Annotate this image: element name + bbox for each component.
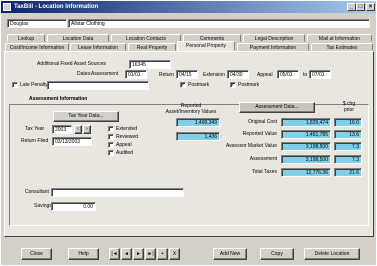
copy-button[interactable]: Copy xyxy=(260,248,294,260)
minimize-button[interactable]: _ xyxy=(347,3,356,11)
tab-tax-estimates[interactable]: Tax Estimates xyxy=(311,43,373,51)
tax-year-field[interactable]: 2003 xyxy=(52,125,72,134)
reported-value-label: Reported Value xyxy=(242,131,277,137)
extended-checkbox[interactable] xyxy=(108,126,114,132)
delete-location-button[interactable]: Delete Location xyxy=(304,248,360,260)
dates-label: Dates: xyxy=(77,71,92,77)
original-cost-chg: 16.0 xyxy=(334,118,362,127)
reviewed-checkbox[interactable] xyxy=(108,134,114,140)
fixed-asset-sources-field[interactable]: 16345 xyxy=(129,60,171,69)
title-bar[interactable]: TaxBill - Location Information _ □ × xyxy=(1,1,376,13)
tab-cost-income-information[interactable]: Cost/Income Information xyxy=(5,43,69,51)
original-cost-label: Original Cost xyxy=(248,119,277,125)
tab-lookup[interactable]: Lookup xyxy=(7,34,45,42)
assessment-date-field[interactable]: 01/01 xyxy=(125,70,147,79)
assessment-value: 3,198,500 xyxy=(281,155,331,164)
last-record-button[interactable]: ►| xyxy=(145,248,156,260)
return-postmark-label: Postmark xyxy=(188,82,210,88)
company-field[interactable]: Douglas xyxy=(7,19,67,28)
tax-year-prev-button[interactable]: ‹ xyxy=(74,125,82,134)
assessor-market-value-chg: 7.3 xyxy=(334,142,362,151)
tab-personal-property[interactable]: Personal Property xyxy=(177,41,235,51)
first-record-button[interactable]: |◄ xyxy=(109,248,120,260)
reported-value-chg: 13.6 xyxy=(334,130,362,139)
extension-date-label: Extension xyxy=(203,72,225,78)
appeal-checkbox[interactable] xyxy=(108,142,114,148)
late-penalty-checkbox[interactable] xyxy=(12,82,18,88)
previous-record-button[interactable]: ◄ xyxy=(121,248,132,260)
original-cost-value: 1,825,474 xyxy=(281,118,331,127)
assessor-market-value-value: 3,198,500 xyxy=(281,142,331,151)
reported-value-value: 1,451,785 xyxy=(281,130,331,139)
chg-header-line2: prior xyxy=(343,107,354,113)
appeal-date-from-field[interactable]: 05/01 xyxy=(277,70,299,79)
reported-value-1: 1,490,349 xyxy=(176,118,220,127)
fixed-asset-sources-label: Additional Fixed Asset Sources xyxy=(37,61,106,67)
return-filed-field[interactable]: 03/13/2003 xyxy=(52,137,92,146)
return-date-field[interactable]: 04/15 xyxy=(176,70,198,79)
next-record-button[interactable]: ► xyxy=(133,248,144,260)
consultant-field[interactable] xyxy=(51,188,184,197)
delete-record-button[interactable]: X xyxy=(169,248,180,260)
tab-lease-information[interactable]: Lease Information xyxy=(70,43,126,51)
extension-date-field[interactable]: 04/30 xyxy=(227,70,249,79)
total-taxes-value: 12,776.36 xyxy=(281,168,331,177)
late-penalty-field[interactable] xyxy=(47,81,149,90)
tax-year-data-button[interactable]: Tax Year Data... xyxy=(53,111,119,122)
location-name-field[interactable]: Allstar Clothing xyxy=(68,19,370,28)
tab-real-property[interactable]: Real Property xyxy=(128,43,176,51)
tab-location-data[interactable]: Location Data xyxy=(47,34,109,42)
total-taxes-label: Total Taxes xyxy=(252,169,277,175)
app-icon xyxy=(3,3,11,11)
appeal-date-to-field[interactable]: 07/01 xyxy=(309,70,331,79)
close-window-button[interactable]: × xyxy=(366,3,375,11)
window-title: TaxBill - Location Information xyxy=(14,4,99,10)
audited-label: Audited xyxy=(116,150,133,156)
help-button[interactable]: Help xyxy=(68,248,99,260)
tax-year-label: Tax Year xyxy=(25,126,45,132)
reported-value-2: 1,436 xyxy=(176,132,220,141)
appeal-date-label: Appeal xyxy=(257,72,273,78)
audited-checkbox[interactable] xyxy=(108,150,114,156)
tab-location-contacts[interactable]: Location Contacts xyxy=(111,34,181,42)
new-record-button[interactable]: + xyxy=(157,248,168,260)
assessment-chg: 7.3 xyxy=(334,155,362,164)
consultant-label: Consultant xyxy=(25,189,49,195)
savings-field[interactable]: 0.00 xyxy=(51,202,96,211)
appeal-to-label: to xyxy=(303,72,308,78)
close-button[interactable]: Close xyxy=(21,248,52,260)
reported-header-line2: Asset/Inventory Values xyxy=(165,109,217,115)
add-new-button[interactable]: Add New xyxy=(213,248,247,260)
tab-mail-at-information[interactable]: Mail at Information xyxy=(307,34,372,42)
total-taxes-chg: 21.6 xyxy=(334,168,362,177)
savings-label: Savings xyxy=(34,203,52,209)
assessor-market-value-label: Assessor Market Value xyxy=(225,143,277,149)
late-penalty-label: Late Penalty xyxy=(20,82,48,88)
extension-postmark-label: Postmark xyxy=(238,82,260,88)
return-date-label: Return xyxy=(159,72,175,78)
assessment-date-label: Assessment xyxy=(91,71,119,77)
tax-year-next-button[interactable]: › xyxy=(83,125,91,134)
tab-legal-description[interactable]: Legal Description xyxy=(243,34,305,42)
assessment-information-title: Assessment Information xyxy=(29,96,88,102)
extension-postmark-checkbox[interactable]: ✓ xyxy=(230,82,236,88)
return-filed-label: Return Filed xyxy=(21,138,49,144)
return-postmark-checkbox[interactable]: ✓ xyxy=(180,82,186,88)
taxbill-window: TaxBill - Location Information _ □ × Dou… xyxy=(0,0,377,266)
tab-payment-information[interactable]: Payment Information xyxy=(237,43,309,51)
assessment-data-button[interactable]: Assessment Data... xyxy=(239,102,315,113)
assessment-label: Assessment xyxy=(249,156,277,162)
maximize-button[interactable]: □ xyxy=(356,3,365,11)
